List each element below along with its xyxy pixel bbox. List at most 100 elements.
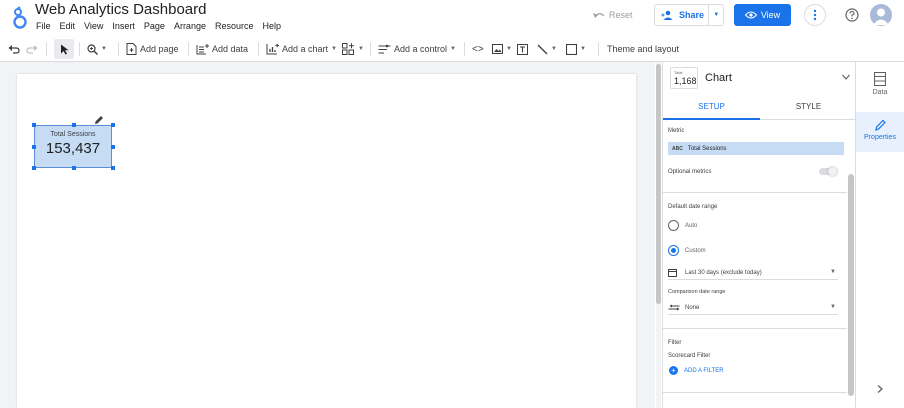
add-data-icon [196,44,209,55]
eye-icon [744,11,757,19]
resize-handle[interactable] [111,123,115,127]
line-icon [537,44,548,54]
code-icon: <> [472,43,484,55]
cursor-arrow-icon [60,44,68,54]
add-data-button[interactable]: Add data [196,36,248,62]
radio-custom[interactable] [668,245,679,256]
menu-resource[interactable]: Resource [215,21,254,31]
theme-layout-button[interactable]: Theme and layout [607,36,679,62]
user-icon [873,8,889,25]
panel-scrollbar-thumb[interactable] [848,174,854,396]
chart-type-picker[interactable]: Total 1,168 [670,67,698,89]
image-button[interactable]: ▼ [492,36,512,62]
menu-file[interactable]: File [36,21,51,31]
rail-item-properties[interactable]: Properties [856,112,904,152]
add-control-button[interactable]: Add a control ▼ [378,36,456,62]
caret-down-icon: ▼ [830,269,836,275]
metric-chip[interactable]: ABC Total Sessions [668,142,844,155]
scorecard-value: 153,437 [45,140,101,157]
chevron-down-icon: ▼ [358,46,364,52]
data-table-icon [874,72,886,86]
add-circle-icon: + [669,366,678,375]
looker-studio-logo-icon[interactable] [10,6,30,30]
resize-handle[interactable] [111,145,115,149]
view-label: View [760,10,781,20]
canvas-scrollbar[interactable] [656,62,661,408]
rectangle-icon [566,43,577,55]
add-chart-icon [266,43,279,55]
share-dropdown-icon[interactable]: ▼ [709,12,723,18]
help-icon[interactable] [845,8,859,22]
radio-auto-label: Auto [685,223,698,229]
menu-help[interactable]: Help [263,21,282,31]
add-page-icon [126,43,137,55]
view-button[interactable]: View [734,4,791,26]
field-type-badge: ABC [672,145,683,152]
chevron-down-icon: ▼ [580,46,586,52]
report-title[interactable]: Web Analytics Dashboard [35,1,206,18]
reset-label: Reset [609,10,633,20]
compare-arrows-icon [668,304,680,310]
embed-code-button[interactable]: <> [472,36,484,62]
report-page[interactable]: Total Sessions 153,437 [17,74,636,408]
rail-properties-label: Properties [864,134,896,141]
right-rail: Data Properties [856,62,904,408]
add-component-button[interactable]: ▼ [342,36,364,62]
resize-handle[interactable] [72,166,76,170]
add-filter-label: ADD A FILTER [684,367,724,374]
filter-control-icon [378,44,391,54]
add-person-icon [661,10,673,20]
menu-view[interactable]: View [84,21,103,31]
select-tool-button[interactable] [54,39,74,59]
avatar[interactable] [870,4,892,26]
section-divider [663,328,847,329]
undo-button[interactable] [8,36,20,62]
resize-handle[interactable] [32,123,36,127]
add-page-label: Add page [140,44,179,54]
menu-arrange[interactable]: Arrange [174,21,206,31]
properties-panel: Total 1,168 Chart SETUP STYLE Metric ABC… [662,62,857,408]
comparison-dropdown[interactable]: None ▼ [668,301,838,315]
optional-metrics-toggle[interactable] [819,166,837,176]
chevron-down-icon: ▼ [551,46,557,52]
chevron-right-icon[interactable] [875,384,885,394]
zoom-button[interactable]: ▼ [87,36,107,62]
calendar-icon [668,269,677,277]
app-header: Web Analytics Dashboard File Edit View I… [0,0,904,36]
tab-setup[interactable]: SETUP [663,96,760,120]
edit-pencil-icon[interactable] [94,112,104,124]
canvas-scrollbar-thumb[interactable] [656,64,661,304]
menu-bar: File Edit View Insert Page Arrange Resou… [36,21,290,31]
more-options-button[interactable] [804,4,826,26]
filter-section-label: Filter [668,340,682,346]
rail-item-data[interactable]: Data [856,70,904,110]
panel-scrollbar[interactable] [848,122,854,408]
resize-handle[interactable] [111,166,115,170]
shape-button[interactable]: ▼ [566,36,586,62]
menu-page[interactable]: Page [144,21,165,31]
toolbar-divider [464,42,465,56]
undo-icon [8,45,20,54]
resize-handle[interactable] [32,166,36,170]
radio-auto[interactable] [668,220,679,231]
add-chart-button[interactable]: Add a chart ▼ [266,36,337,62]
redo-button[interactable] [26,36,38,62]
menu-insert[interactable]: Insert [112,21,135,31]
date-range-dropdown[interactable]: Last 30 days (exclude today) ▼ [668,266,838,280]
section-divider [663,392,847,393]
reset-button[interactable]: Reset [592,6,640,24]
date-range-value: Last 30 days (exclude today) [685,269,762,276]
scorecard-chart[interactable]: Total Sessions 153,437 [32,123,115,170]
chevron-down-icon: ▼ [101,46,107,52]
add-data-label: Add data [212,44,249,54]
resize-handle[interactable] [32,145,36,149]
line-button[interactable]: ▼ [537,36,557,62]
menu-edit[interactable]: Edit [60,21,76,31]
add-filter-button[interactable]: + ADD A FILTER [669,366,724,375]
chevron-down-icon[interactable] [841,72,851,82]
add-page-button[interactable]: Add page [126,36,179,62]
resize-handle[interactable] [72,123,76,127]
tab-style[interactable]: STYLE [760,96,857,120]
text-button[interactable] [517,36,528,62]
share-button[interactable]: Share ▼ [654,4,724,26]
